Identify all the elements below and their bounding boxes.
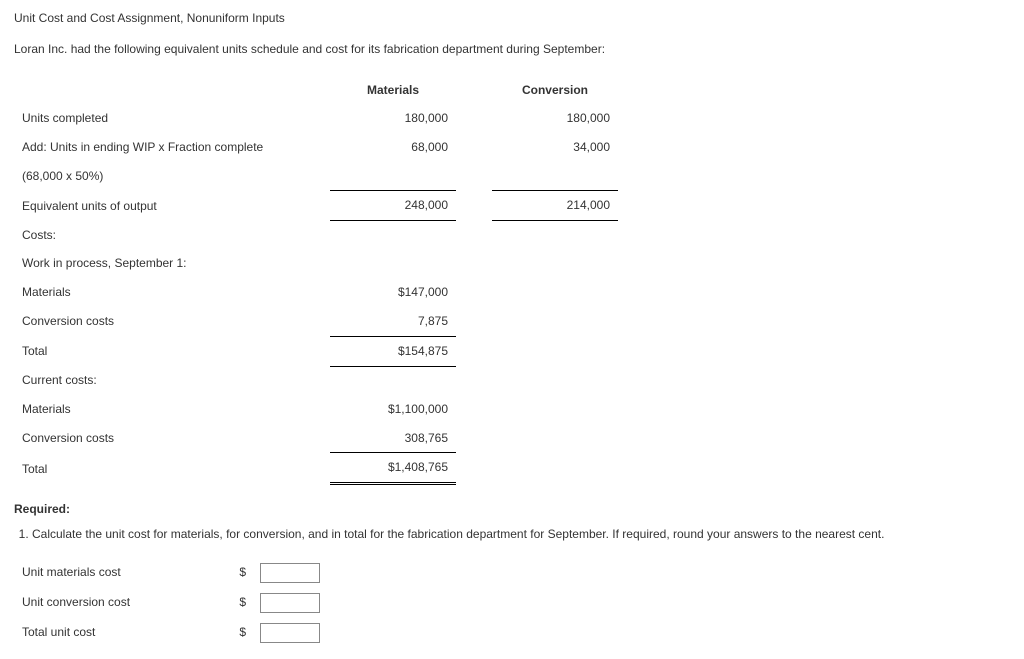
dollar-sign: $ (230, 619, 252, 647)
schedule-table: Materials Conversion Units completed 180… (14, 76, 618, 486)
row-costs-label: Costs: (14, 221, 330, 250)
row-equiv-units-mat: 248,000 (330, 191, 456, 221)
dollar-sign: $ (230, 559, 252, 587)
required-label: Required: (14, 501, 1010, 518)
row-wip-total-val: $154,875 (330, 336, 456, 366)
row-current-materials-val: $1,100,000 (330, 395, 456, 424)
row-wip-total-label: Total (14, 336, 330, 366)
row-current-costs-label: Current costs: (14, 366, 330, 395)
row-wip-conversion-label: Conversion costs (14, 307, 330, 336)
row-current-total-val: $1,408,765 (330, 453, 456, 484)
row-units-completed-mat: 180,000 (330, 104, 456, 133)
unit-materials-cost-input[interactable] (260, 563, 320, 583)
row-units-completed-conv: 180,000 (492, 104, 618, 133)
col-header-conversion: Conversion (492, 76, 618, 105)
total-unit-cost-label: Total unit cost (16, 619, 228, 647)
row-add-wip-label: Add: Units in ending WIP x Fraction comp… (14, 133, 330, 162)
unit-conversion-cost-label: Unit conversion cost (16, 589, 228, 617)
row-add-wip-mat: 68,000 (330, 133, 456, 162)
intro-text: Loran Inc. had the following equivalent … (14, 41, 1010, 58)
row-current-conversion-val: 308,765 (330, 424, 456, 453)
col-header-materials: Materials (330, 76, 456, 105)
requirement-1: Calculate the unit cost for materials, f… (32, 526, 1010, 543)
page-title: Unit Cost and Cost Assignment, Nonunifor… (14, 10, 1010, 27)
unit-materials-cost-label: Unit materials cost (16, 559, 228, 587)
row-current-conversion-label: Conversion costs (14, 424, 330, 453)
dollar-sign: $ (230, 589, 252, 617)
row-equiv-units-conv: 214,000 (492, 191, 618, 221)
row-wip-sept1-label: Work in process, September 1: (14, 249, 330, 278)
row-equiv-units-label: Equivalent units of output (14, 191, 330, 221)
row-wip-materials-label: Materials (14, 278, 330, 307)
row-units-completed-label: Units completed (14, 104, 330, 133)
row-wip-conversion-val: 7,875 (330, 307, 456, 336)
row-fraction-note: (68,000 x 50%) (14, 162, 330, 191)
row-add-wip-conv: 34,000 (492, 133, 618, 162)
row-wip-materials-val: $147,000 (330, 278, 456, 307)
unit-conversion-cost-input[interactable] (260, 593, 320, 613)
row-current-total-label: Total (14, 453, 330, 484)
total-unit-cost-input[interactable] (260, 623, 320, 643)
answer-inputs: Unit materials cost $ Unit conversion co… (14, 557, 328, 649)
row-current-materials-label: Materials (14, 395, 330, 424)
